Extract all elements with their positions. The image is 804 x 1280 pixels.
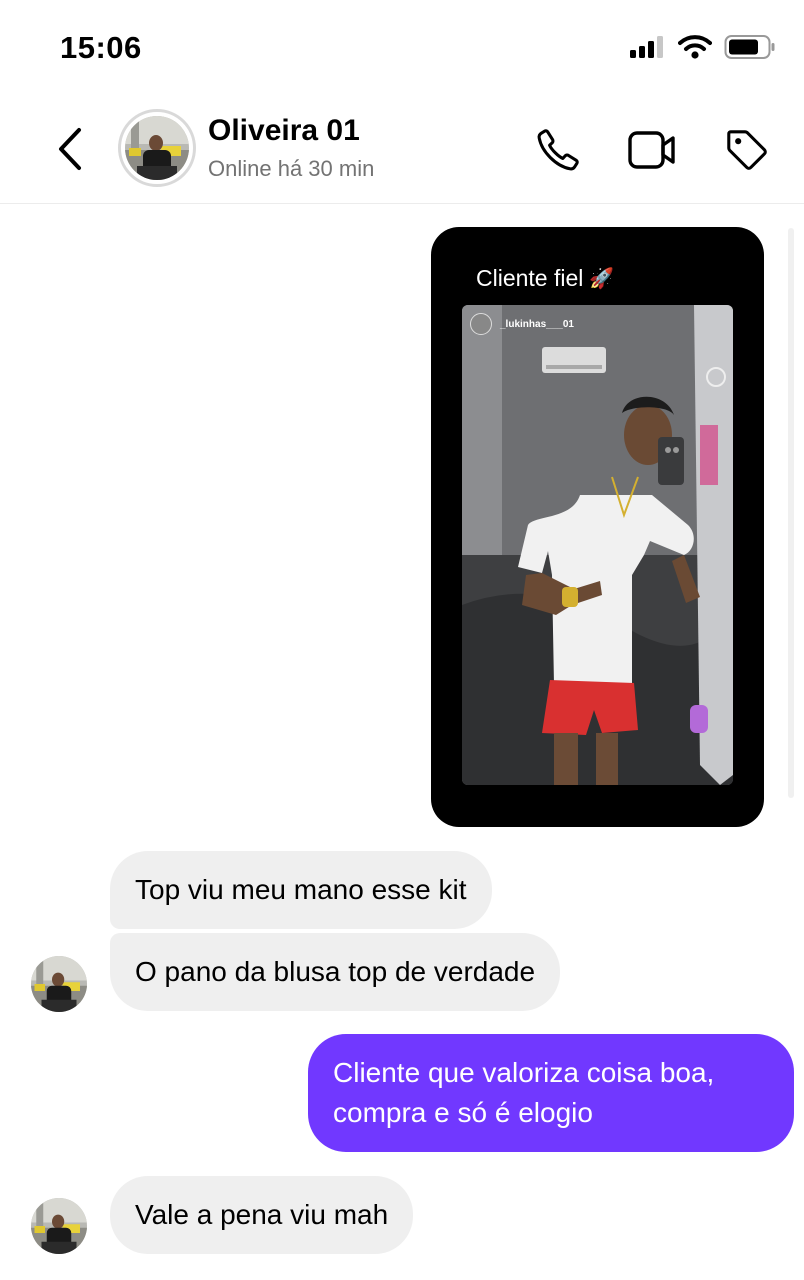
- story-username: _lukinhas___01: [500, 318, 574, 330]
- incoming-message[interactable]: Top viu meu mano esse kit: [110, 851, 492, 929]
- outgoing-message[interactable]: Cliente que valoriza coisa boa, compra e…: [308, 1034, 794, 1152]
- contact-status: Online há 30 min: [208, 156, 375, 181]
- incoming-message[interactable]: O pano da blusa top de verdade: [110, 933, 561, 1011]
- contact-avatar[interactable]: [118, 109, 196, 187]
- message-sender-avatar[interactable]: [31, 1198, 87, 1254]
- cellular-signal-icon: [630, 36, 663, 58]
- shared-story-card[interactable]: Cliente fiel 🚀 _lukinhas___01: [431, 227, 764, 827]
- tag-button[interactable]: [721, 124, 773, 176]
- status-bar: 15:06: [0, 0, 804, 96]
- back-button[interactable]: [48, 124, 92, 174]
- wifi-icon: [678, 35, 712, 59]
- battery-icon: [724, 35, 775, 59]
- story-user-avatar: [470, 313, 492, 335]
- avatar-image: [125, 116, 189, 180]
- tag-icon: [727, 130, 767, 170]
- contact-name[interactable]: Oliveira 01: [208, 114, 360, 148]
- story-caption-text: Cliente fiel: [476, 265, 584, 291]
- incoming-message[interactable]: Vale a pena viu mah: [110, 1176, 414, 1254]
- scroll-indicator[interactable]: [788, 228, 794, 798]
- status-icons: [630, 34, 776, 60]
- phone-icon: [537, 129, 579, 171]
- story-caption: Cliente fiel 🚀: [476, 265, 614, 292]
- story-photo[interactable]: _lukinhas___01: [462, 305, 733, 785]
- message-sender-avatar[interactable]: [31, 956, 87, 1012]
- chevron-left-icon: [59, 128, 81, 170]
- video-camera-icon: [628, 131, 675, 169]
- chat-header: Oliveira 01 Online há 30 min: [0, 96, 804, 204]
- status-time: 15:06: [60, 30, 142, 65]
- rocket-emoji-icon: 🚀: [589, 268, 615, 290]
- story-user: _lukinhas___01: [470, 313, 574, 335]
- video-call-button[interactable]: [626, 124, 678, 176]
- voice-call-button[interactable]: [532, 124, 584, 176]
- story-photo-image: [462, 305, 733, 785]
